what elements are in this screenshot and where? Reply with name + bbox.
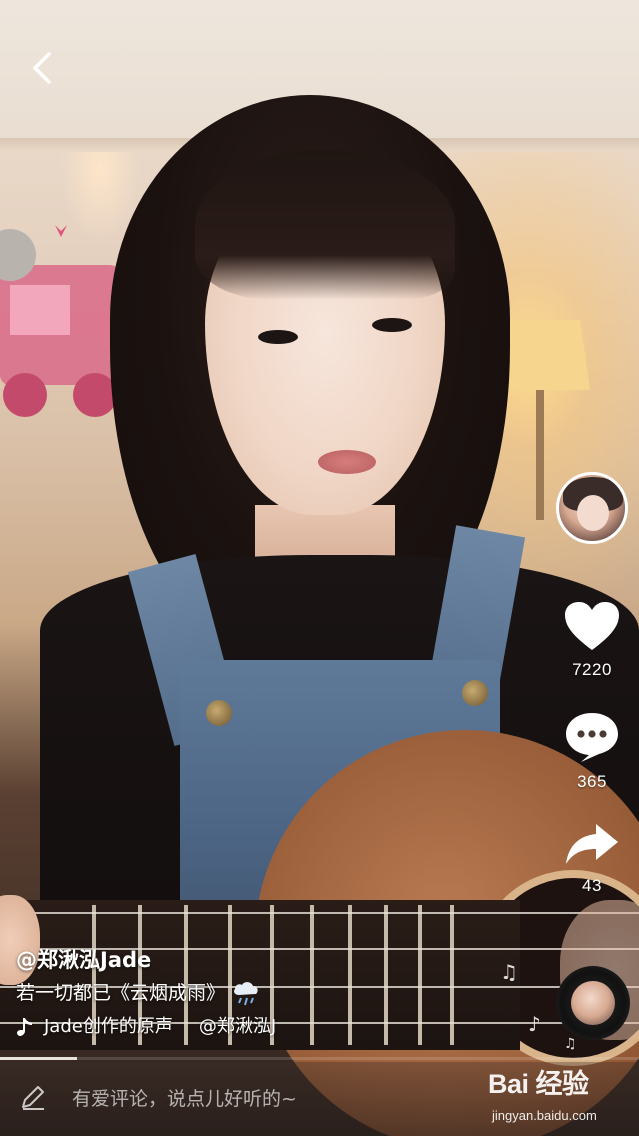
video-frame-bangs	[195, 150, 455, 300]
music-disc-cover	[571, 981, 615, 1025]
music-disc-button[interactable]	[556, 966, 630, 1040]
like-count: 7220	[572, 660, 612, 679]
chevron-left-icon	[33, 52, 51, 84]
video-frame-string	[0, 912, 639, 914]
heart-icon	[565, 602, 619, 650]
author-avatar[interactable]	[556, 472, 628, 544]
video-frame-eye-right	[372, 318, 412, 332]
back-button[interactable]	[22, 48, 62, 88]
music-note-icon	[17, 1018, 32, 1036]
share-button[interactable]: 43	[552, 820, 632, 896]
watermark-url: jingyan.baidu.com	[492, 1108, 597, 1123]
video-progress-fill	[0, 1057, 77, 1060]
music-note-icon: ♫	[564, 1036, 577, 1052]
video-description: 若一切都已《云烟成雨》	[16, 982, 226, 1004]
comment-input[interactable]: 有爱评论，说点儿好听的~	[72, 1082, 472, 1116]
video-caption: @郑湫泓Jade 若一切都已《云烟成雨》 Jade创作的原声 @郑湫泓J	[16, 945, 536, 1043]
music-title: Jade创作的原声	[44, 1016, 173, 1037]
share-count: 43	[582, 876, 602, 895]
music-info-line[interactable]: Jade创作的原声 @郑湫泓J	[16, 1011, 536, 1043]
video-frame-button-left	[206, 700, 232, 726]
rain-cloud-icon	[234, 982, 258, 1006]
baidu-jingyan-watermark: Bai 经验 jingyan.baidu.com	[488, 1062, 638, 1132]
author-handle[interactable]: @郑湫泓Jade	[16, 945, 536, 975]
video-frame-eye-left	[258, 330, 298, 344]
comment-button[interactable]: 365	[552, 710, 632, 792]
avatar-face	[577, 495, 609, 531]
pencil-icon[interactable]	[18, 1082, 48, 1112]
video-progress-bar[interactable]	[0, 1057, 639, 1060]
music-owner: @郑湫泓J	[198, 1016, 277, 1037]
comment-count: 365	[577, 772, 607, 791]
video-player-screen[interactable]: 7220 365 43 ♫ ♪ ♫ @郑湫泓Jade 若一切都已《云烟成雨》 J…	[0, 0, 639, 1136]
share-arrow-icon	[566, 824, 618, 864]
watermark-brand: Bai 经验	[488, 1069, 589, 1099]
video-frame-button-right	[462, 680, 488, 706]
like-button[interactable]: 7220	[552, 600, 632, 680]
video-frame-lips	[318, 450, 376, 474]
speech-bubble-icon	[566, 713, 618, 762]
video-description-line: 若一切都已《云烟成雨》	[16, 975, 536, 1011]
